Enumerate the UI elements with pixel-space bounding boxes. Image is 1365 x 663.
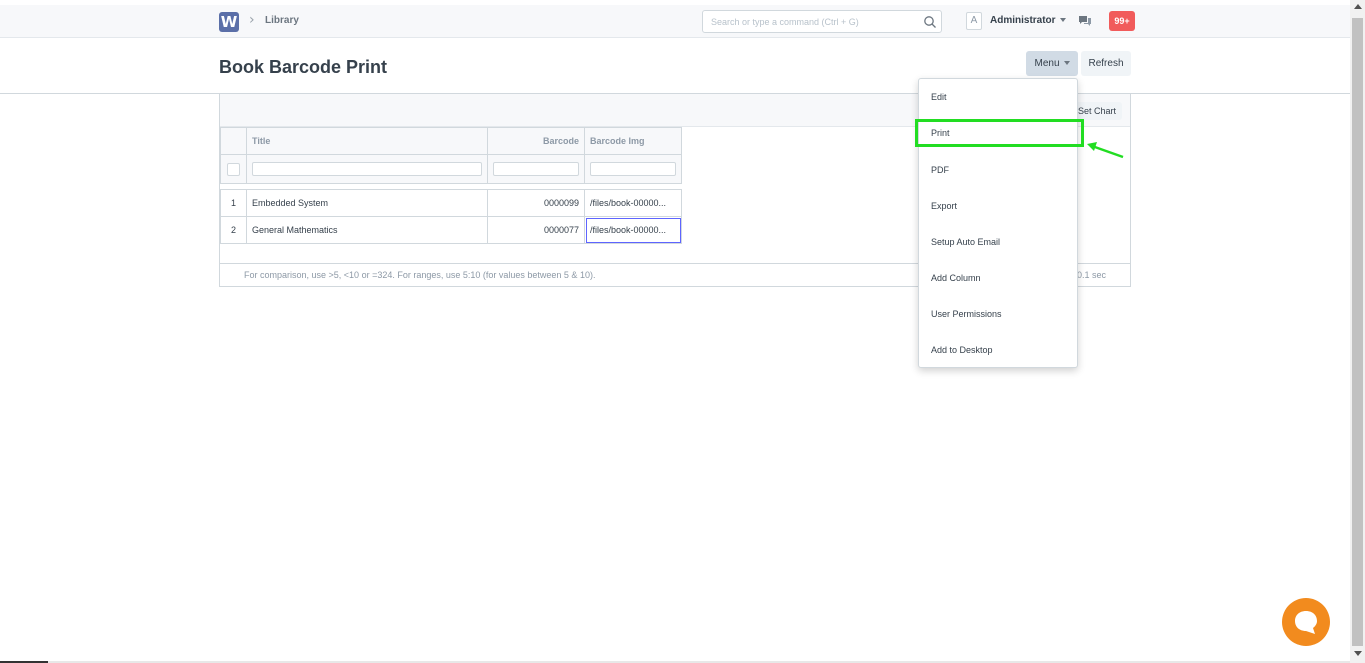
vertical-scrollbar[interactable] <box>1350 0 1365 663</box>
cell-barcode[interactable]: 0000077 <box>487 216 585 244</box>
search-bar[interactable] <box>702 10 942 33</box>
filter-title-input[interactable] <box>252 162 482 176</box>
table-row[interactable]: 1 Embedded System 0000099 /files/book-00… <box>220 189 682 217</box>
report-grid: Title Barcode Barcode Img 1 Embedded Sys… <box>220 127 682 244</box>
search-icon[interactable] <box>923 15 937 29</box>
column-header-barcode[interactable]: Barcode <box>487 127 585 155</box>
chat-bubble-icon <box>1295 611 1317 634</box>
page-head: Book Barcode Print Menu Refresh <box>0 38 1350 94</box>
menu-button-label: Menu <box>1034 58 1060 69</box>
arrow-annotation-icon <box>1087 142 1124 159</box>
cell-barcode-img[interactable]: /files/book-00000... <box>584 216 682 244</box>
breadcrumb-library[interactable]: Library <box>265 15 299 26</box>
column-header-title[interactable]: Title <box>246 127 488 155</box>
page-title: Book Barcode Print <box>219 57 388 77</box>
menu-item-edit[interactable]: Edit <box>919 83 1077 111</box>
menu-button[interactable]: Menu <box>1026 51 1078 76</box>
avatar[interactable]: A <box>966 12 982 30</box>
menu-item-setup-auto-email[interactable]: Setup Auto Email <box>919 228 1077 256</box>
header-rownum <box>220 127 247 155</box>
menu-item-export[interactable]: Export <box>919 192 1077 220</box>
cell-barcode[interactable]: 0000099 <box>487 189 585 217</box>
filter-row <box>220 154 682 184</box>
user-menu[interactable]: Administrator <box>990 15 1066 26</box>
app-logo[interactable]: W <box>219 12 239 32</box>
table-row[interactable]: 2 General Mathematics 0000077 /files/boo… <box>220 216 682 244</box>
menu-item-pdf[interactable]: PDF <box>919 156 1077 184</box>
cell-title[interactable]: General Mathematics <box>246 216 488 244</box>
menu-item-add-to-desktop[interactable]: Add to Desktop <box>919 336 1077 364</box>
set-chart-button[interactable]: Set Chart <box>1072 102 1123 120</box>
navbar: W › Library A Administrator 99+ <box>0 0 1350 38</box>
scroll-up-icon[interactable] <box>1354 4 1362 9</box>
select-all-checkbox[interactable] <box>227 162 240 176</box>
search-input[interactable] <box>703 11 913 32</box>
header-row: Title Barcode Barcode Img <box>220 127 682 155</box>
notification-badge[interactable]: 99+ <box>1109 11 1135 31</box>
query-time: 0.1 sec <box>1077 270 1107 280</box>
filter-barcode-img-input[interactable] <box>590 162 676 176</box>
caret-down-icon <box>1063 61 1070 66</box>
print-highlight-box <box>915 119 1084 147</box>
column-header-barcode-img[interactable]: Barcode Img <box>584 127 682 155</box>
filter-help-text: For comparison, use >5, <10 or =324. For… <box>244 270 596 280</box>
cell-title[interactable]: Embedded System <box>246 189 488 217</box>
scroll-down-icon[interactable] <box>1354 651 1362 656</box>
row-number: 1 <box>220 189 247 217</box>
menu-item-user-permissions[interactable]: User Permissions <box>919 300 1077 328</box>
chevron-right-icon: › <box>249 12 255 28</box>
menu-item-add-column[interactable]: Add Column <box>919 264 1077 292</box>
row-number: 2 <box>220 216 247 244</box>
user-name: Administrator <box>990 15 1056 26</box>
filter-barcode-input[interactable] <box>493 162 579 176</box>
cell-barcode-img[interactable]: /files/book-00000... <box>584 189 682 217</box>
refresh-button[interactable]: Refresh <box>1081 51 1131 76</box>
chat-icon[interactable] <box>1078 15 1092 27</box>
support-chat-button[interactable] <box>1282 598 1330 646</box>
caret-down-icon <box>1059 18 1066 23</box>
scrollbar-thumb[interactable] <box>1352 18 1363 646</box>
